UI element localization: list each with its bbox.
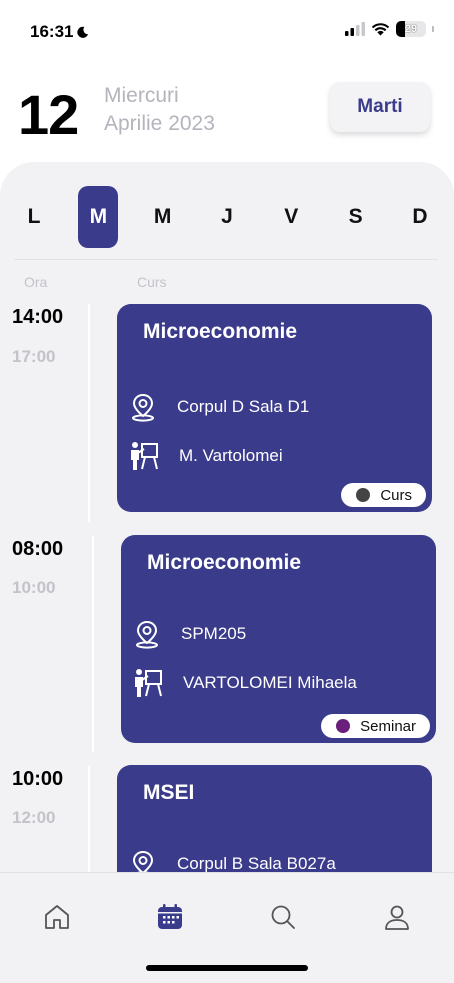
tab-home[interactable] bbox=[41, 901, 73, 933]
tab-bar bbox=[0, 872, 454, 983]
event-end-time: 12:00 bbox=[12, 808, 56, 827]
divider bbox=[14, 259, 438, 260]
event-start-time: 10:00 bbox=[12, 768, 64, 790]
type-dot-icon bbox=[356, 488, 371, 502]
date-header: 12 Miercuri Aprilie 2023 Marti bbox=[0, 70, 454, 160]
event-title: Microeconomie bbox=[147, 551, 302, 574]
timeline-line bbox=[88, 304, 90, 522]
event-end-time: 17:00 bbox=[12, 347, 56, 366]
search-icon bbox=[271, 905, 295, 929]
time-column-header: Ora bbox=[24, 274, 48, 290]
event-teacher: M. Vartolomei bbox=[179, 446, 283, 465]
home-indicator bbox=[146, 965, 308, 971]
home-icon bbox=[45, 905, 69, 929]
location-pin-icon bbox=[136, 620, 158, 649]
timeline-line bbox=[92, 536, 94, 752]
status-time-text: 16:31 bbox=[30, 22, 74, 41]
calendar-icon bbox=[158, 904, 182, 929]
event-location-row: Corpul D Sala D1 bbox=[129, 392, 309, 422]
event-location: Corpul D Sala D1 bbox=[177, 397, 310, 416]
event-teacher-row: M. Vartolomei bbox=[129, 440, 283, 472]
schedule-panel: L M M J V S D Ora Curs 14:00 17:00 Micro… bbox=[0, 162, 454, 892]
event-teacher: VARTOLOMEI Mihaela bbox=[183, 673, 357, 692]
weekday-tuesday[interactable]: M bbox=[78, 186, 119, 248]
month-year: Aprilie 2023 bbox=[104, 112, 215, 135]
event-location: SPM205 bbox=[181, 624, 247, 643]
event-location-row: SPM205 bbox=[133, 619, 246, 649]
tab-profile[interactable] bbox=[381, 901, 413, 933]
weekday-friday[interactable]: V bbox=[271, 186, 311, 248]
weekday-monday[interactable]: L bbox=[14, 186, 54, 248]
teacher-icon bbox=[131, 442, 158, 470]
event-teacher-row: VARTOLOMEI Mihaela bbox=[133, 667, 357, 699]
moon-icon bbox=[77, 26, 89, 38]
weekday-saturday[interactable]: S bbox=[336, 186, 376, 248]
battery-level: 29 bbox=[404, 23, 418, 35]
weekday-wednesday[interactable]: M bbox=[143, 186, 183, 248]
event-start-time: 14:00 bbox=[12, 306, 64, 328]
event-type-badge: Seminar bbox=[321, 714, 430, 738]
battery-icon: 29 bbox=[396, 21, 426, 37]
tab-calendar[interactable] bbox=[154, 901, 186, 933]
event-type-badge: Curs bbox=[341, 483, 426, 507]
status-time: 16:31 bbox=[30, 22, 89, 42]
event-location: Corpul B Sala B027a bbox=[177, 854, 336, 873]
week-selector: L M M J V S D bbox=[14, 186, 440, 248]
status-icons: 29 bbox=[345, 21, 434, 37]
event-title: Microeconomie bbox=[143, 320, 298, 343]
event-title: MSEI bbox=[143, 781, 195, 804]
wifi-icon bbox=[371, 23, 390, 36]
day-number: 12 bbox=[18, 83, 79, 146]
weekday-name: Miercuri bbox=[104, 84, 179, 107]
event-type: Curs bbox=[380, 486, 412, 504]
tab-search[interactable] bbox=[267, 901, 299, 933]
event-card[interactable]: Microeconomie Corpul D Sala D1 M. Vartol… bbox=[117, 304, 432, 512]
course-column-header: Curs bbox=[137, 274, 167, 290]
status-bar: 16:31 29 bbox=[0, 0, 454, 54]
weekday-sunday[interactable]: D bbox=[400, 186, 440, 248]
today-button[interactable]: Marti bbox=[330, 82, 430, 132]
location-pin-icon bbox=[132, 393, 154, 422]
profile-icon bbox=[385, 905, 409, 930]
event-start-time: 08:00 bbox=[12, 538, 64, 560]
teacher-icon bbox=[135, 669, 162, 697]
event-card[interactable]: Microeconomie SPM205 VARTOLOMEI Mihaela … bbox=[121, 535, 436, 743]
weekday-thursday[interactable]: J bbox=[207, 186, 247, 248]
type-dot-icon bbox=[336, 719, 351, 733]
event-type: Seminar bbox=[360, 717, 416, 735]
event-end-time: 10:00 bbox=[12, 578, 56, 597]
signal-icon bbox=[345, 22, 365, 36]
